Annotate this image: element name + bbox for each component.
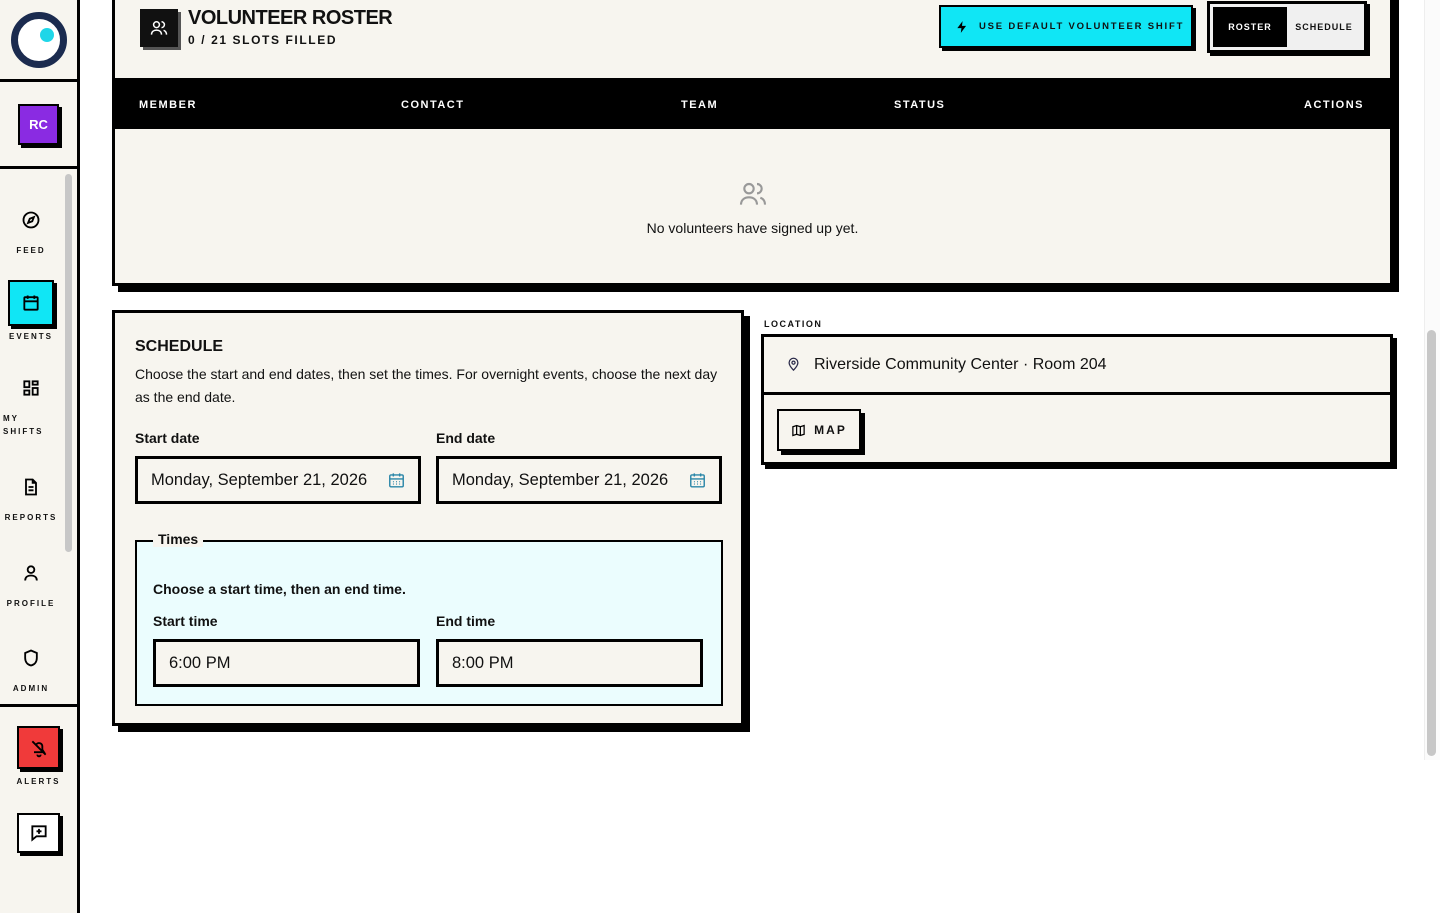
nav-item-reports[interactable]: REPORTS bbox=[0, 467, 62, 524]
start-date-label: Start date bbox=[135, 430, 200, 446]
main-scrollbar[interactable] bbox=[1427, 330, 1436, 756]
roster-title: VOLUNTEER ROSTER bbox=[188, 7, 393, 29]
nav-scrollbar[interactable] bbox=[65, 174, 72, 552]
use-default-shift-label: USE DEFAULT VOLUNTEER SHIFT bbox=[979, 21, 1185, 32]
location-card: Riverside Community Center · Room 204 MA… bbox=[761, 334, 1393, 465]
column-contact[interactable]: CONTACT bbox=[401, 99, 464, 111]
nav-label-feed: FEED bbox=[16, 246, 46, 255]
alerts-label: ALERTS bbox=[16, 777, 61, 786]
document-icon bbox=[11, 467, 51, 507]
message-plus-icon bbox=[30, 825, 47, 842]
end-time-field[interactable]: 8:00 PM bbox=[436, 639, 703, 687]
compass-icon bbox=[11, 200, 51, 240]
nav-item-my-shifts[interactable]: MY SHIFTS bbox=[0, 368, 62, 438]
logo-area bbox=[0, 0, 77, 82]
users-empty-icon bbox=[739, 182, 767, 205]
nav-item-events[interactable]: EVENTS bbox=[0, 280, 62, 343]
nav-label-my-shifts: MY SHIFTS bbox=[3, 414, 44, 436]
nav-item-profile[interactable]: PROFILE bbox=[0, 553, 62, 610]
column-member[interactable]: MEMBER bbox=[139, 99, 197, 111]
tab-schedule[interactable]: SCHEDULE bbox=[1287, 7, 1361, 47]
end-time-label: End time bbox=[436, 613, 496, 629]
times-hint: Choose a start time, then an end time. bbox=[153, 581, 406, 597]
nav-label-profile: PROFILE bbox=[6, 599, 56, 608]
nav-label-admin: ADMIN bbox=[12, 684, 50, 693]
volunteer-roster-card: VOLUNTEER ROSTER 0 / 21 SLOTS FILLED USE… bbox=[112, 0, 1393, 286]
nav-item-feed[interactable]: FEED bbox=[0, 200, 62, 257]
calendar-icon[interactable] bbox=[387, 471, 406, 490]
start-date-value: Monday, September 21, 2026 bbox=[151, 470, 368, 489]
column-team[interactable]: TEAM bbox=[681, 99, 718, 111]
map-icon bbox=[792, 424, 805, 436]
map-button[interactable]: MAP bbox=[777, 409, 861, 451]
grid-icon bbox=[11, 368, 51, 408]
logo-dot bbox=[40, 28, 54, 42]
shield-icon bbox=[11, 638, 51, 678]
end-date-field[interactable]: Monday, September 21, 2026 bbox=[436, 456, 722, 504]
end-date-label: End date bbox=[436, 430, 496, 446]
app-logo[interactable] bbox=[11, 12, 67, 68]
alerts-button[interactable] bbox=[17, 726, 60, 769]
times-fieldset: Times Choose a start time, then an end t… bbox=[135, 531, 723, 706]
location-address: Riverside Community Center · Room 204 bbox=[814, 355, 1107, 373]
alerts-area: ALERTS bbox=[0, 704, 77, 913]
lightning-icon bbox=[957, 20, 967, 33]
users-icon bbox=[140, 9, 178, 47]
calendar-icon bbox=[8, 280, 54, 326]
avatar[interactable]: RC bbox=[18, 104, 59, 145]
feedback-button[interactable] bbox=[17, 813, 60, 853]
start-time-label: Start time bbox=[153, 613, 218, 629]
roster-empty-message: No volunteers have signed up yet. bbox=[646, 220, 859, 236]
roster-slots-filled: 0 / 21 SLOTS FILLED bbox=[188, 33, 338, 47]
avatar-area: RC bbox=[0, 85, 77, 169]
tab-roster[interactable]: ROSTER bbox=[1213, 7, 1287, 47]
calendar-icon[interactable] bbox=[688, 471, 707, 490]
sidebar: RC FEED EVENTS MY SHIFTS REPORTS PROFILE… bbox=[0, 0, 80, 913]
view-toggle: ROSTER SCHEDULE bbox=[1207, 1, 1367, 53]
location-label: LOCATION bbox=[764, 319, 823, 329]
schedule-title: SCHEDULE bbox=[135, 338, 224, 355]
start-date-field[interactable]: Monday, September 21, 2026 bbox=[135, 456, 421, 504]
location-address-row: Riverside Community Center · Room 204 bbox=[764, 337, 1390, 395]
map-button-label: MAP bbox=[814, 423, 847, 437]
end-time-value: 8:00 PM bbox=[452, 653, 514, 672]
end-date-value: Monday, September 21, 2026 bbox=[452, 470, 669, 489]
nav-label-reports: REPORTS bbox=[4, 513, 58, 522]
nav-item-admin[interactable]: ADMIN bbox=[0, 638, 62, 695]
use-default-shift-button[interactable]: USE DEFAULT VOLUNTEER SHIFT bbox=[939, 5, 1193, 48]
schedule-card: SCHEDULE Choose the start and end dates,… bbox=[112, 310, 744, 726]
schedule-description: Choose the start and end dates, then set… bbox=[135, 366, 718, 405]
times-legend: Times bbox=[153, 531, 204, 547]
start-time-field[interactable]: 6:00 PM bbox=[153, 639, 420, 687]
nav-list: FEED EVENTS MY SHIFTS REPORTS PROFILE AD… bbox=[0, 172, 77, 704]
bell-off-icon bbox=[31, 740, 46, 757]
roster-table-header: MEMBER CONTACT TEAM STATUS ACTIONS bbox=[115, 78, 1390, 129]
user-icon bbox=[11, 553, 51, 593]
start-time-value: 6:00 PM bbox=[169, 653, 231, 672]
nav-label-events: EVENTS bbox=[8, 332, 53, 341]
map-pin-icon bbox=[788, 357, 799, 371]
column-status[interactable]: STATUS bbox=[894, 99, 945, 111]
column-actions: ACTIONS bbox=[1304, 99, 1364, 111]
